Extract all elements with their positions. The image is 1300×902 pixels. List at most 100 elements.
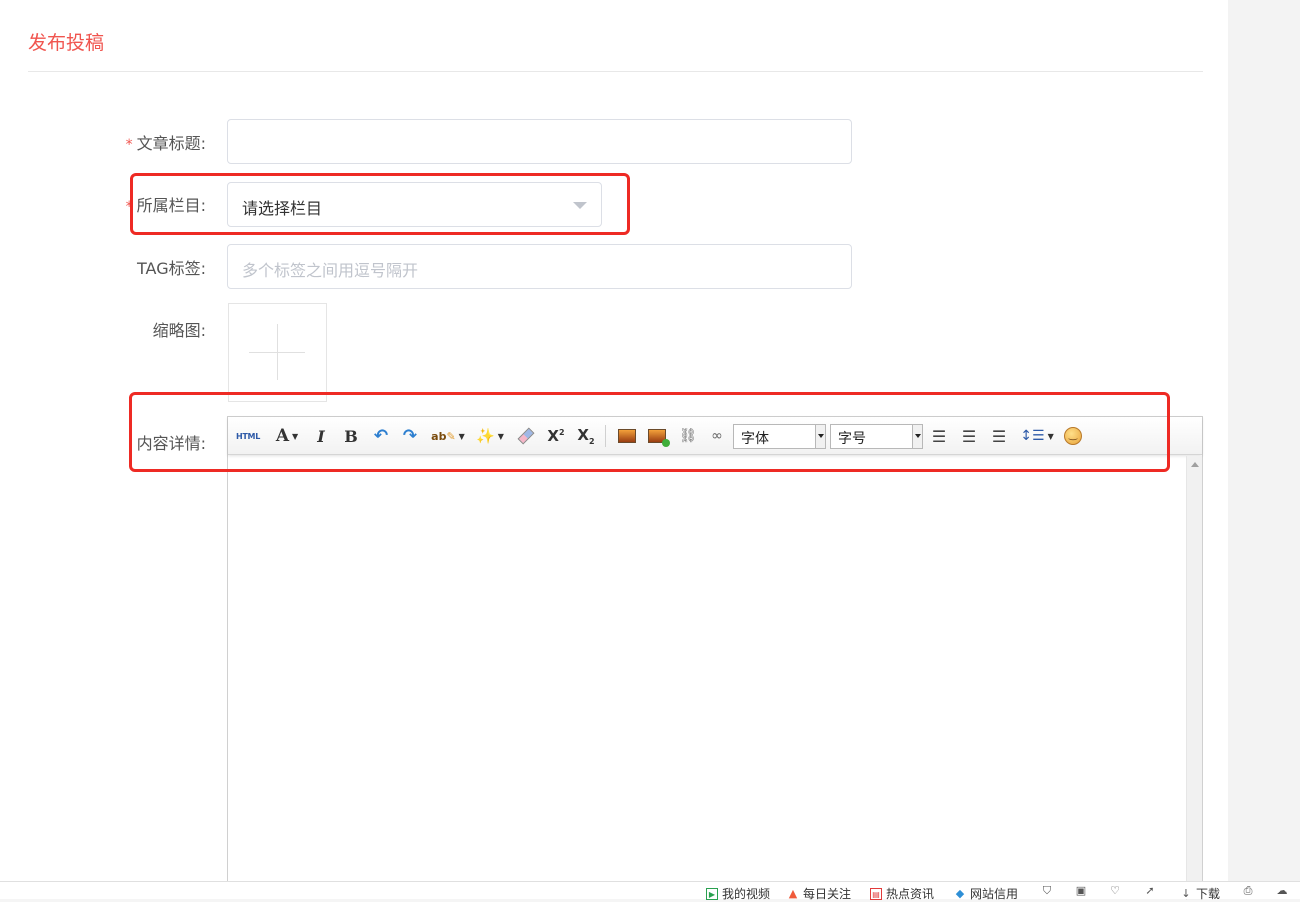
title-label: * 文章标题: <box>26 130 206 154</box>
font-family-select[interactable]: 字体 <box>733 424 826 449</box>
status-label-news: 热点资讯 <box>886 887 935 901</box>
tag-label: TAG标签: <box>137 259 206 278</box>
spellcheck-button[interactable]: ab✎ ▼ <box>430 426 466 446</box>
play-icon: ▶ <box>706 887 718 900</box>
chevron-down-icon <box>912 425 922 448</box>
flame-icon: ▲ <box>788 886 798 900</box>
align-center-button[interactable]: ☰ <box>959 426 979 446</box>
status-label-daily: 每日关注 <box>803 887 852 901</box>
redo-button[interactable]: ↷ <box>400 426 420 446</box>
status-label-video: 我的视频 <box>722 887 771 901</box>
chevron-down-icon <box>573 202 587 209</box>
rich-text-editor[interactable]: HTML A ▼ I B ↶ ↷ ab✎ ▼ ✨ ▼ X2 X2 ⛓ ∞ 字体 … <box>227 416 1203 900</box>
status-image-button[interactable]: ▣ <box>1075 885 1091 897</box>
scroll-up-arrow-icon[interactable] <box>1191 462 1199 467</box>
font-size-select[interactable]: 字号 <box>830 424 923 449</box>
category-label: * 所属栏目: <box>26 192 206 216</box>
magic-wand-icon: ✨ <box>476 427 495 445</box>
align-left-button[interactable]: ☰ <box>929 426 949 446</box>
status-item-download[interactable]: ↓ 下载 <box>1180 885 1220 902</box>
dropdown-arrow-icon: ▼ <box>458 431 465 441</box>
dropdown-arrow-icon: ▼ <box>497 431 504 441</box>
download-icon: ↓ <box>1181 886 1191 900</box>
image-icon <box>618 429 636 443</box>
tag-input[interactable]: 多个标签之间用逗号隔开 <box>227 244 852 289</box>
toolbar-separator <box>605 425 606 447</box>
status-printer-button[interactable]: ⎙ <box>1242 885 1258 897</box>
subscript-button[interactable]: X2 <box>576 426 596 446</box>
category-label-text: 所属栏目: <box>136 196 206 215</box>
undo-icon: ↶ <box>373 426 389 446</box>
align-right-icon: ☰ <box>991 426 1007 446</box>
link-icon: ∞ <box>711 428 723 444</box>
article-title-input[interactable] <box>227 119 852 164</box>
undo-button[interactable]: ↶ <box>371 426 391 446</box>
bold-icon: B <box>344 426 358 446</box>
align-right-button[interactable]: ☰ <box>989 426 1009 446</box>
html-source-button[interactable]: HTML <box>236 426 260 446</box>
title-label-text: 文章标题: <box>136 134 206 153</box>
superscript-button[interactable]: X2 <box>546 426 566 446</box>
line-height-button[interactable]: ↕☰ ▼ <box>1018 426 1056 446</box>
align-center-icon: ☰ <box>961 426 977 446</box>
status-label-download: 下载 <box>1196 887 1221 901</box>
font-color-icon: A <box>275 426 290 446</box>
italic-icon: I <box>317 426 325 446</box>
status-shield-button[interactable]: ⛉ <box>1041 885 1057 897</box>
eraser-icon <box>517 427 535 445</box>
category-select[interactable]: 请选择栏目 <box>227 182 602 227</box>
main-panel: 发布投稿 * 文章标题: * 所属栏目: 请选择栏目 TAG标签: 多个标签之间用逗… <box>0 0 1228 900</box>
font-size-label: 字号 <box>838 431 866 447</box>
chevron-down-icon <box>815 425 825 448</box>
link-button[interactable]: ∞ <box>707 426 727 446</box>
content-label: 内容详情: <box>136 434 206 453</box>
unlink-icon: ⛓ <box>679 428 697 444</box>
insert-image-button[interactable] <box>616 426 638 446</box>
news-icon: ▤ <box>870 887 882 900</box>
redo-icon: ↷ <box>402 426 418 446</box>
droplet-icon: ◆ <box>955 886 965 900</box>
italic-button[interactable]: I <box>312 426 330 446</box>
title-divider <box>28 71 1203 72</box>
page-title: 发布投稿 <box>28 32 105 54</box>
required-mark: * <box>125 199 133 215</box>
printer-icon: ⎙ <box>1243 884 1253 897</box>
required-mark: * <box>125 137 133 153</box>
tag-placeholder: 多个标签之间用逗号隔开 <box>242 261 419 280</box>
editor-scrollbar[interactable] <box>1186 456 1202 900</box>
magic-format-button[interactable]: ✨ ▼ <box>472 426 508 446</box>
status-rocket-button[interactable]: ➚ <box>1144 885 1160 897</box>
cloud-icon: ☁ <box>1276 884 1288 897</box>
thumbnail-upload[interactable] <box>228 303 327 402</box>
shield-icon: ⛉ <box>1042 884 1052 897</box>
bold-button[interactable]: B <box>342 426 360 446</box>
superscript-icon: X2 <box>547 427 565 445</box>
insert-multi-image-button[interactable] <box>646 426 670 447</box>
right-sidebar <box>1228 0 1300 899</box>
emoticon-button[interactable]: ‿ <box>1062 426 1084 446</box>
gamepad-icon: ♡ <box>1110 884 1120 897</box>
font-color-button[interactable]: A ▼ <box>270 426 304 446</box>
plus-icon-vertical <box>277 324 278 380</box>
subscript-icon: X2 <box>577 426 595 446</box>
status-cloud-button[interactable]: ☁ <box>1276 885 1292 897</box>
status-game-button[interactable]: ♡ <box>1109 885 1125 897</box>
status-label-credit: 网站信用 <box>970 887 1019 901</box>
unlink-button[interactable]: ⛓ <box>678 426 698 446</box>
font-family-label: 字体 <box>741 431 769 447</box>
image-icon: ▣ <box>1075 884 1087 897</box>
dropdown-arrow-icon: ▼ <box>1047 431 1054 441</box>
line-height-icon: ↕☰ <box>1020 428 1045 444</box>
eraser-button[interactable] <box>516 426 536 446</box>
align-left-icon: ☰ <box>931 426 947 446</box>
status-item-credit[interactable]: ◆ 网站信用 <box>954 885 1018 902</box>
dropdown-arrow-icon: ▼ <box>292 431 299 441</box>
smiley-icon: ‿ <box>1064 427 1082 445</box>
spellcheck-icon: ab✎ <box>431 429 456 443</box>
browser-status-bar: ▶ 我的视频 ▲ 每日关注 ▤ 热点资讯 ◆ 网站信用 ⛉ ▣ ♡ ➚ ↓ 下载 ⎙ ☁ <box>0 881 1300 902</box>
status-item-news[interactable]: ▤ 热点资讯 <box>870 885 934 902</box>
status-item-daily[interactable]: ▲ 每日关注 <box>787 885 851 902</box>
multi-image-icon <box>648 429 670 447</box>
editor-toolbar: HTML A ▼ I B ↶ ↷ ab✎ ▼ ✨ ▼ X2 X2 ⛓ ∞ 字体 … <box>228 417 1202 455</box>
status-item-video[interactable]: ▶ 我的视频 <box>706 885 770 902</box>
